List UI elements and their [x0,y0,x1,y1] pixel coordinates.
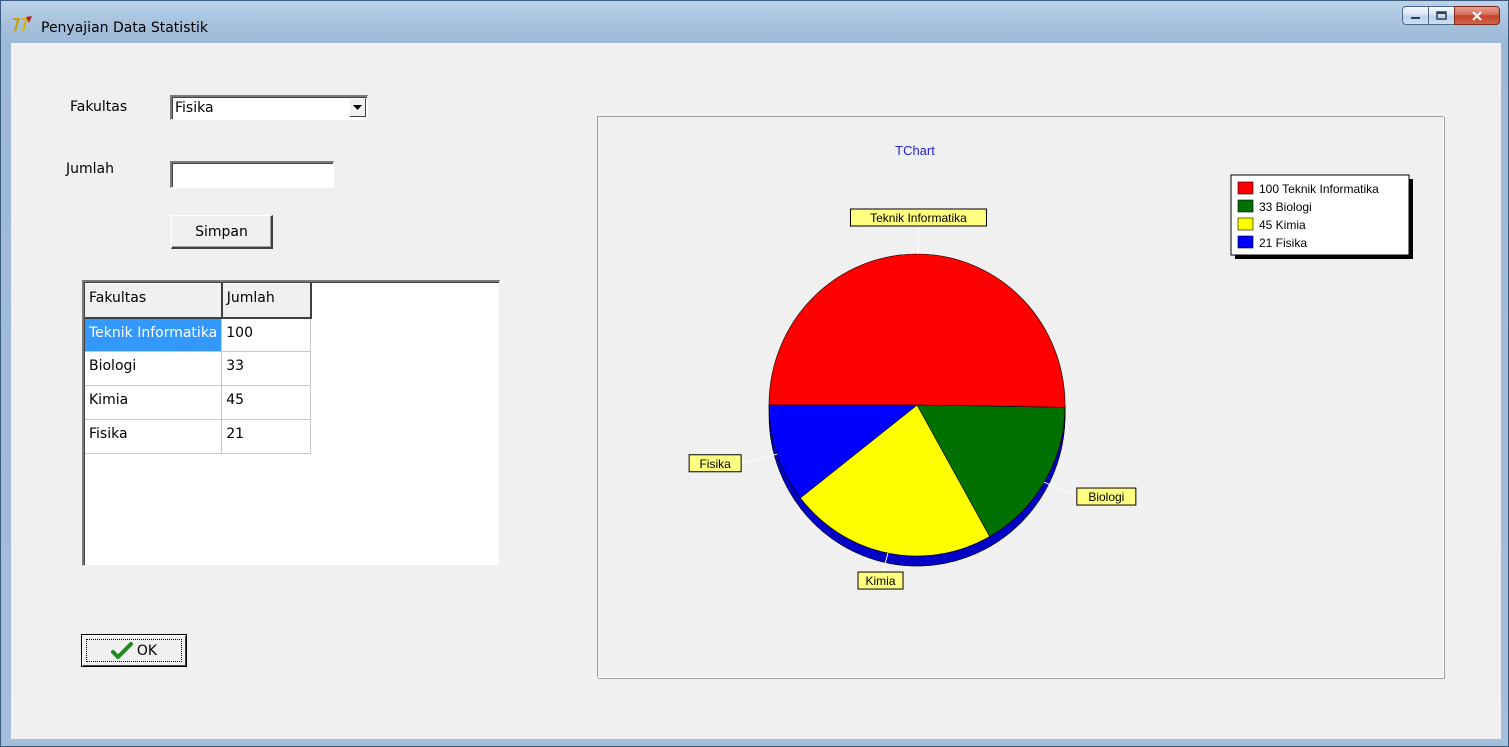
legend-entry: 45 Kimia [1259,218,1306,232]
fakultas-label: Fakultas [70,99,128,115]
maximize-button[interactable] [1428,6,1455,25]
minimize-icon [1411,17,1420,19]
table-row[interactable]: Teknik Informatika 100 [85,317,312,352]
pie-chart[interactable]: TChart Teknik Informatika Biologi Kimia Fisi… [598,117,1443,677]
pie-slice-label: Kimia [866,574,896,588]
data-grid[interactable]: Fakultas Jumlah Teknik Informatika 100 B… [82,280,500,566]
ok-button[interactable]: OK [81,634,187,667]
legend-swatch [1237,235,1254,249]
client-area: Fakultas Fisika Jumlah Simpan Fakultas J… [11,43,1501,739]
grid-cell[interactable]: Fisika [85,419,223,454]
pie-slice-label: Fisika [699,457,731,471]
grid-cell[interactable]: Kimia [85,385,223,420]
app-icon [13,16,32,31]
pie-slice-teknik-informatika [768,253,1066,408]
grid-header-fakultas[interactable]: Fakultas [85,283,223,319]
legend-entry: 33 Biologi [1259,200,1312,214]
legend-swatch [1237,181,1254,195]
caption-buttons [1402,6,1500,25]
legend-swatch [1237,199,1254,213]
fakultas-combobox[interactable]: Fisika [170,95,368,120]
legend-entry: 100 Teknik Informatika [1259,182,1379,196]
jumlah-input[interactable] [170,161,334,188]
window-title: Penyajian Data Statistik [41,20,208,36]
chart-panel: TChart Teknik Informatika Biologi Kimia Fisi… [597,116,1444,678]
grid-cell[interactable]: 45 [221,385,312,420]
pie-leader-line [741,453,778,464]
focus-rect [86,639,182,662]
table-row[interactable]: Biologi 33 [85,351,312,386]
grid-header-jumlah[interactable]: Jumlah [221,283,312,319]
grid-cell[interactable]: Biologi [85,351,223,386]
title-bar[interactable]: Penyajian Data Statistik [1,1,1508,43]
jumlah-label: Jumlah [66,161,114,177]
simpan-label: Simpan [195,223,248,240]
legend-entry: 21 Fisika [1259,236,1307,250]
grid-cell[interactable]: 100 [221,317,312,352]
grid-header-row: Fakultas Jumlah [85,283,312,319]
pie-leader-line [1043,481,1078,497]
close-icon [1472,10,1482,21]
table-row[interactable]: Fisika 21 [85,419,312,454]
grid-cell[interactable]: Teknik Informatika [85,317,223,352]
pie-slice-label: Biologi [1088,490,1124,504]
chart-title: TChart [895,143,935,158]
pie-slice-label: Teknik Informatika [870,211,967,225]
simpan-button[interactable]: Simpan [171,215,273,249]
grid-table: Fakultas Jumlah Teknik Informatika 100 B… [85,283,312,454]
close-button[interactable] [1454,6,1500,25]
maximize-icon [1436,11,1447,20]
table-row[interactable]: Kimia 45 [85,385,312,420]
legend-swatch [1237,217,1254,231]
minimize-button[interactable] [1402,6,1429,25]
grid-cell[interactable]: 21 [221,419,312,454]
fakultas-selected-value: Fisika [175,100,214,116]
grid-cell[interactable]: 33 [221,351,312,386]
combo-dropdown-button[interactable] [349,98,366,117]
main-window: Penyajian Data Statistik Fakultas Fisika… [0,0,1509,747]
chevron-down-icon [353,105,362,110]
